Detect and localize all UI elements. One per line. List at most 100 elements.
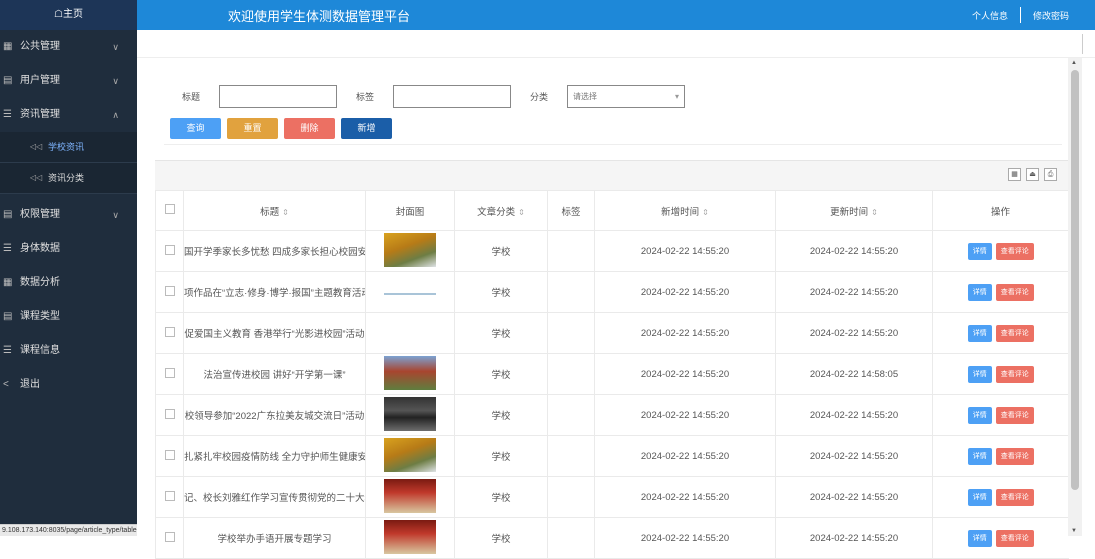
print-icon[interactable]: ⎙ [1044,168,1057,181]
detail-button[interactable]: 详情 [967,242,992,260]
row-added: 2024-02-22 14:55:20 [594,476,776,518]
change-password-link[interactable]: 修改密码 [1021,9,1081,22]
sidebar-menu-item[interactable]: ☰ 资讯管理 ∧ [0,98,137,132]
row-actions: 详情 查看评论 [932,476,1069,518]
row-title: 促爱国主义教育 香港举行“光影进校园”活动 [183,312,366,354]
tag-input[interactable] [393,84,512,108]
view-comment-button[interactable]: 查看评论 [995,242,1034,260]
row-category: 学校 [454,230,548,272]
reset-button[interactable]: 重置 [227,118,278,139]
add-button[interactable]: 新增 [341,118,392,139]
sidebar-menu-item[interactable]: ▤ 权限管理 ∨ [0,198,137,232]
menu-icon: ▤ [3,209,13,220]
row-tag [547,476,595,518]
menu-label: 权限管理 [20,209,60,220]
row-title: 记、校长刘雅红作学习宣传贯彻党的二十大精神 [183,476,366,518]
export-icon[interactable]: ⏏ [1026,168,1039,181]
scrollbar[interactable]: ▲ ▼ [1068,58,1082,536]
row-tag [547,394,595,436]
detail-button[interactable]: 详情 [967,365,992,383]
tag-label: 标签 [356,91,375,102]
cover-image [384,292,436,295]
sidebar-menu-item[interactable]: ▤ 课程类型 [0,300,137,334]
header-category[interactable]: 文章分类 ⇕ [454,190,548,231]
row-checkbox[interactable] [155,394,184,436]
row-added: 2024-02-22 14:55:20 [594,230,776,272]
row-checkbox[interactable] [155,476,184,518]
sidebar-sub-item[interactable]: ◁◁ 学校资讯 [0,132,137,162]
header-added[interactable]: 新增时间 ⇕ [594,190,776,231]
detail-button[interactable]: 详情 [967,447,992,465]
row-checkbox[interactable] [155,271,184,313]
menu-icon: ☰ [3,243,12,254]
columns-icon[interactable]: ▦ [1008,168,1021,181]
row-checkbox[interactable] [155,435,184,477]
delete-button[interactable]: 删除 [284,118,335,139]
sidebar-menu-item[interactable]: < 退出 [0,368,137,402]
table-row: 项作品在“立志·修身·博学·报国”主题教育活动 学校 2024-02-22 14:5… [155,271,1069,313]
row-cover [365,312,455,354]
home-link[interactable]: ☖主页 [0,0,137,30]
menu-icon: < [3,379,9,390]
tab-strip [137,30,1095,58]
sidebar-sub-item[interactable]: ◁◁ 资讯分类 [0,163,137,193]
row-title: 项作品在“立志·修身·博学·报国”主题教育活动 [183,271,366,313]
cover-image [384,396,436,431]
row-updated: 2024-02-22 14:55:20 [775,230,933,272]
scroll-down-icon[interactable]: ▼ [1071,528,1077,534]
table-row: 法治宣传进校园 讲好“开学第一课” 学校 2024-02-22 14:55:20 20… [155,353,1069,395]
row-updated: 2024-02-22 14:55:20 [775,271,933,313]
category-select[interactable]: 请选择 ▾ [567,84,686,108]
row-actions: 详情 查看评论 [932,517,1069,559]
table-row: 校领导参加“2022广东拉美友城交流日”活动 学校 2024-02-22 14:55… [155,394,1069,436]
row-tag [547,517,595,559]
row-checkbox[interactable] [155,353,184,395]
view-comment-button[interactable]: 查看评论 [995,283,1034,301]
row-checkbox[interactable] [155,230,184,272]
chevron-icon: ∨ [112,76,119,86]
detail-button[interactable]: 详情 [967,488,992,506]
row-title: 法治宣传进校园 讲好“开学第一课” [183,353,366,395]
detail-button[interactable]: 详情 [967,406,992,424]
row-cover [365,435,455,477]
chevron-icon: ∨ [112,42,119,52]
view-comment-button[interactable]: 查看评论 [995,529,1034,547]
row-category: 学校 [454,312,548,354]
select-all-checkbox[interactable] [155,190,184,231]
menu-label: 公共管理 [20,41,60,52]
view-comment-button[interactable]: 查看评论 [995,365,1034,383]
row-category: 学校 [454,271,548,313]
row-category: 学校 [454,476,548,518]
view-comment-button[interactable]: 查看评论 [995,488,1034,506]
sub-label: 资讯分类 [48,173,85,183]
scroll-up-icon[interactable]: ▲ [1071,60,1077,66]
detail-button[interactable]: 详情 [967,324,992,342]
sidebar-menu-item[interactable]: ☰ 课程信息 [0,334,137,368]
cover-image [384,437,436,472]
row-updated: 2024-02-22 14:55:20 [775,435,933,477]
row-actions: 详情 查看评论 [932,394,1069,436]
view-comment-button[interactable]: 查看评论 [995,447,1034,465]
table-row: 学校举办手语开展专题学习 学校 2024-02-22 14:55:20 2024-02… [155,517,1069,559]
query-button[interactable]: 查询 [170,118,221,139]
sidebar-menu-item[interactable]: ▦ 数据分析 [0,266,137,300]
detail-button[interactable]: 详情 [967,529,992,547]
scroll-thumb[interactable] [1071,70,1079,490]
search-form: 标题 标签 分类 请选择 ▾ [182,84,686,108]
view-comment-button[interactable]: 查看评论 [995,406,1034,424]
header-updated[interactable]: 更新时间 ⇕ [775,190,933,231]
personal-info-link[interactable]: 个人信息 [960,9,1020,22]
view-comment-button[interactable]: 查看评论 [995,324,1034,342]
sidebar-menu-item[interactable]: ☰ 身体数据 [0,232,137,266]
detail-button[interactable]: 详情 [967,283,992,301]
row-checkbox[interactable] [155,517,184,559]
table-row: 记、校长刘雅红作学习宣传贯彻党的二十大精神 学校 2024-02-22 14:55:… [155,476,1069,518]
sidebar-menu-item[interactable]: ▤ 用户管理 ∨ [0,64,137,98]
menu-icon: ☰ [3,109,12,120]
row-checkbox[interactable] [155,312,184,354]
row-added: 2024-02-22 14:55:20 [594,312,776,354]
header-title[interactable]: 标题 ⇕ [183,190,366,231]
title-input[interactable] [219,84,338,108]
row-category: 学校 [454,435,548,477]
sidebar-menu-item[interactable]: ▦ 公共管理 ∨ [0,30,137,64]
